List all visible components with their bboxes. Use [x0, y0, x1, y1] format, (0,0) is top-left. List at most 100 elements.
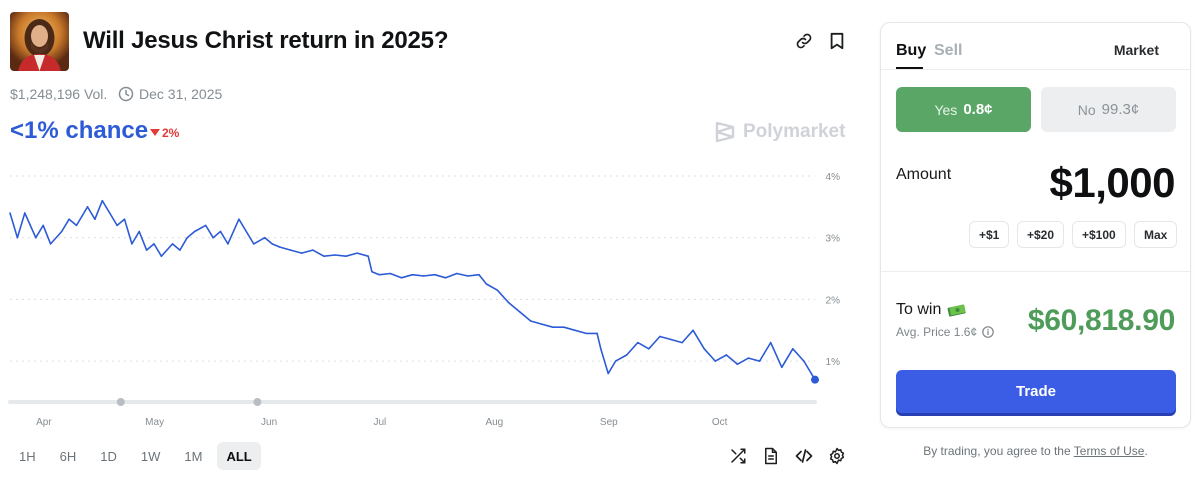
data-point [478, 273, 480, 276]
timeframe-1d-button[interactable]: 1D [91, 442, 126, 470]
data-point [171, 243, 174, 245]
market-end-date: Dec 31, 2025 [118, 86, 222, 102]
data-point [725, 354, 728, 356]
data-point [23, 212, 26, 214]
terms-prefix: By trading, you agree to the [923, 444, 1071, 458]
y-tick-label: 2% [826, 295, 841, 306]
data-point [600, 348, 602, 350]
timeframe-1w-button[interactable]: 1W [132, 442, 170, 470]
data-point [60, 230, 63, 233]
data-point [422, 275, 425, 277]
data-point [810, 372, 813, 375]
bookmark-icon[interactable] [826, 30, 848, 52]
data-point [219, 230, 222, 233]
tab-sell[interactable]: Sell [934, 42, 962, 60]
data-point [607, 372, 610, 375]
data-point [9, 212, 11, 214]
amount-input[interactable]: $1,000 [1050, 159, 1176, 207]
data-point [670, 338, 672, 341]
x-tick-label: Jun [261, 417, 277, 428]
timeframe-all-button[interactable]: ALL [217, 442, 261, 470]
data-point [563, 326, 565, 328]
data-point [714, 360, 717, 362]
price-chart[interactable]: 1% 2% 3% 4% Apr May Jun Jul Aug Sep Oct [0, 160, 860, 435]
x-tick-label: Oct [712, 417, 728, 428]
data-point [552, 326, 554, 328]
data-point [345, 255, 347, 258]
quick-add-100-button[interactable]: +$100 [1072, 221, 1126, 248]
data-point [145, 249, 148, 251]
document-icon[interactable] [761, 446, 781, 466]
timeframe-1m-button[interactable]: 1M [175, 442, 211, 470]
data-point [400, 277, 403, 279]
brand-name: Polymarket [743, 121, 846, 142]
quick-add-1-button[interactable]: +$1 [969, 221, 1010, 248]
change-value: 2% [162, 126, 180, 140]
yes-button[interactable]: Yes 0.8¢ [896, 87, 1031, 132]
terms-of-use-link[interactable]: Terms of Use [1074, 444, 1145, 458]
timeframe-1h-button[interactable]: 1H [10, 442, 45, 470]
polymarket-logo: Polymarket [714, 120, 845, 144]
data-point [311, 249, 314, 251]
data-point [507, 301, 510, 304]
data-point [444, 277, 447, 279]
data-point [289, 249, 292, 251]
data-point [703, 348, 706, 350]
shuffle-icon[interactable] [728, 446, 748, 466]
chance-value: <1% chance [10, 117, 149, 144]
end-date-text: Dec 31, 2025 [139, 86, 223, 102]
market-thumbnail [10, 12, 69, 71]
x-tick-label: Jul [373, 417, 386, 428]
change-badge: 2% [150, 126, 179, 140]
data-point [692, 329, 694, 332]
data-point [803, 360, 805, 362]
avg-price-text: Avg. Price 1.6¢ [896, 325, 978, 339]
data-point [681, 341, 683, 344]
settings-icon[interactable] [827, 446, 847, 466]
data-point [75, 224, 78, 227]
avg-price: Avg. Price 1.6¢ [896, 325, 994, 339]
no-price: 99.3¢ [1101, 101, 1140, 118]
data-point [35, 236, 37, 239]
code-icon[interactable] [794, 446, 814, 466]
data-point [323, 255, 325, 258]
no-button[interactable]: No 99.3¢ [1041, 87, 1176, 132]
tab-buy[interactable]: Buy [896, 42, 926, 60]
panel-divider [881, 271, 1190, 272]
data-point [792, 348, 794, 350]
data-point [49, 243, 52, 245]
market-title: Will Jesus Christ return in 2025? [83, 27, 449, 54]
link-icon[interactable] [793, 30, 815, 52]
order-type-dropdown[interactable]: Market [1114, 42, 1159, 58]
range-handle[interactable] [253, 398, 262, 406]
data-point [42, 224, 45, 227]
data-point [625, 354, 628, 356]
clock-icon [118, 86, 134, 102]
last-point-marker [811, 375, 819, 384]
data-point [636, 341, 639, 344]
data-point [378, 273, 381, 276]
timeframe-6h-button[interactable]: 6H [51, 442, 86, 470]
max-button[interactable]: Max [1134, 221, 1178, 248]
quick-add-20-button[interactable]: +$20 [1017, 221, 1065, 248]
trade-button[interactable]: Trade [896, 370, 1176, 413]
data-point [238, 218, 240, 220]
data-point [153, 243, 155, 245]
data-point [456, 272, 458, 275]
data-point [94, 218, 96, 220]
data-point [108, 212, 111, 214]
terms-suffix: . [1144, 444, 1148, 458]
terms-notice: By trading, you agree to the Terms of Us… [880, 444, 1191, 458]
data-point [614, 360, 617, 362]
data-point [131, 243, 133, 245]
yes-label: Yes [934, 101, 958, 118]
data-point [780, 366, 783, 369]
price-series-line [9, 199, 816, 381]
data-point [86, 206, 89, 208]
range-handle[interactable] [116, 398, 125, 406]
data-point [540, 323, 543, 325]
info-icon[interactable] [982, 326, 994, 338]
data-point [371, 270, 373, 273]
data-point [769, 341, 772, 344]
trade-panel: Buy Sell Market Yes 0.8¢ No 99.3¢ Amount… [880, 22, 1191, 428]
